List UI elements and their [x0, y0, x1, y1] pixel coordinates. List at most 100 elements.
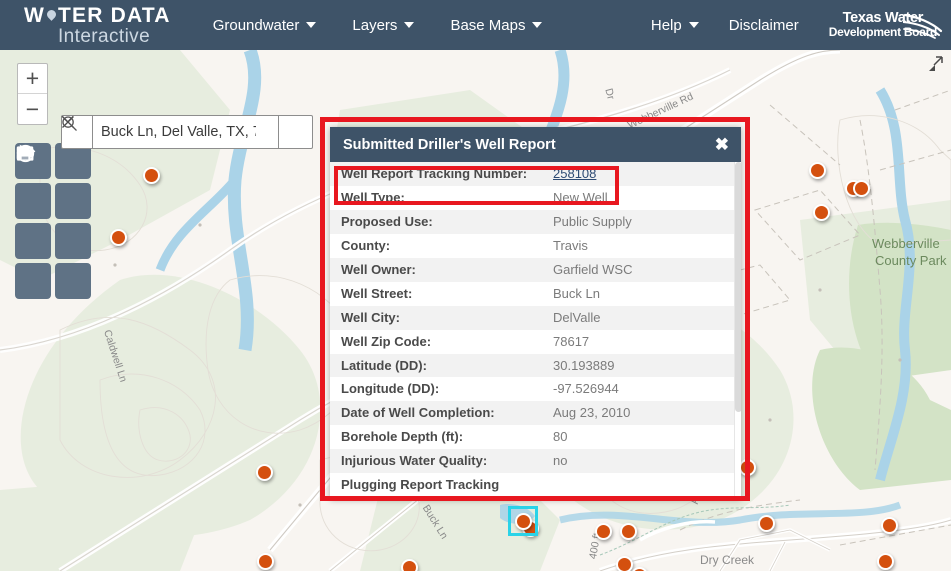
nav-label: Base Maps — [450, 16, 526, 34]
nav-item-base-maps[interactable]: Base Maps — [450, 16, 543, 34]
info-icon[interactable] — [15, 144, 51, 299]
logo-rest: TER DATA — [58, 3, 171, 27]
well-marker[interactable] — [877, 553, 894, 570]
caret-down-icon — [532, 22, 543, 28]
well-marker[interactable] — [853, 180, 870, 197]
attribute-label: Well Report Tracking Number: — [341, 166, 528, 181]
attribute-row: Well Owner: Garfield WSC — [330, 257, 741, 282]
logo-line-1: W TER DATA — [24, 5, 171, 26]
attribute-row: Well City: DelValle — [330, 305, 741, 330]
attribute-row: Proposed Use: Public Supply — [330, 209, 741, 234]
attribute-label: Well City: — [341, 309, 400, 325]
well-marker[interactable] — [758, 515, 775, 532]
app-header: W TER DATA Interactive Groundwater Layers… — [0, 0, 951, 50]
water-data-interactive-app: Webberville Rd Webberville County Park C… — [0, 0, 951, 571]
attribute-row: Plugging Report Tracking Number: — [330, 473, 741, 499]
well-marker[interactable] — [739, 459, 756, 476]
nav-item-disclaimer[interactable]: Disclaimer — [729, 17, 799, 34]
attribute-value: DelValle — [553, 309, 601, 325]
attribute-value[interactable]: 258108 — [542, 162, 741, 186]
well-marker[interactable] — [809, 162, 826, 179]
attribute-value: Travis — [553, 237, 588, 253]
popup-header: Submitted Driller's Well Report ✖ — [330, 127, 741, 162]
search-icon[interactable] — [62, 115, 313, 149]
well-marker[interactable] — [257, 553, 274, 570]
attribute-row: Latitude (DD): 30.193889 — [330, 353, 741, 378]
zoom-in-button[interactable]: + — [18, 64, 47, 94]
attribute-row: Well Type: New Well — [330, 185, 741, 210]
nav-label: Disclaimer — [728, 16, 799, 34]
attribute-label: Well Type: — [341, 189, 405, 205]
print-icon[interactable] — [17, 145, 91, 299]
attribute-label: Date of Well Completion: — [341, 405, 495, 421]
well-marker[interactable] — [401, 559, 418, 571]
zoom-out-button[interactable]: − — [18, 94, 47, 124]
measure-icon[interactable]: ? — [16, 145, 91, 219]
logo-line-2: Interactive — [58, 25, 151, 47]
attribute-value: Garfield WSC — [553, 261, 633, 277]
attribute-row: Injurious Water Quality: no — [330, 449, 741, 474]
popup-body[interactable]: Well Report Tracking Number: 258108 Well T… — [330, 162, 741, 499]
popup-scrollbar[interactable] — [734, 162, 741, 499]
attribute-value: Aug 23, 2010 — [553, 405, 631, 421]
locate-target-icon[interactable] — [15, 145, 51, 219]
attribute-row: Date of Well Completion: Aug 23, 2010 — [330, 401, 741, 426]
primary-nav[interactable]: Groundwater Layers Base Maps — [213, 17, 543, 34]
attribute-value: no — [553, 453, 568, 469]
app-logo[interactable]: W TER DATA Interactive — [24, 5, 171, 46]
nav-item-layers[interactable]: Layers — [352, 16, 415, 34]
caret-down-icon — [688, 22, 699, 28]
well-marker[interactable] — [881, 517, 898, 534]
nav-label: Help — [650, 16, 682, 34]
attribute-label: Longitude (DD): — [341, 381, 440, 397]
attribute-row: Well Report Tracking Number: 258108 — [330, 162, 741, 186]
expand-arrow-icon[interactable] — [925, 54, 947, 76]
attribute-value: New Well — [553, 189, 608, 205]
nav-item-groundwater[interactable]: Groundwater — [213, 17, 317, 34]
popup-title: Submitted Driller's Well Report — [343, 136, 556, 153]
attribute-label: Proposed Use: — [341, 213, 433, 229]
search-input-value: Buck Ln, Del Valle, TX, 7 — [101, 124, 256, 140]
attribute-label: Borehole Depth (ft): — [341, 429, 464, 445]
search-input[interactable]: Buck Ln, Del Valle, TX, 7 — [62, 115, 279, 149]
attribute-label: Latitude (DD): — [341, 357, 427, 373]
close-icon[interactable]: ✖ — [715, 136, 729, 153]
well-marker[interactable] — [256, 464, 273, 481]
caret-down-icon — [306, 22, 317, 28]
attribute-row: Well Zip Code: 78617 — [330, 329, 741, 354]
well-report-link[interactable]: 258108 — [553, 166, 596, 181]
swoosh-icon — [903, 14, 943, 40]
well-marker[interactable] — [595, 523, 612, 540]
legend-list-icon[interactable] — [16, 146, 91, 259]
attribute-value: 30.193889 — [553, 357, 615, 373]
well-marker[interactable] — [110, 229, 127, 246]
attribute-row: Longitude (DD): -97.526944 — [330, 377, 741, 402]
well-report-popup[interactable]: Submitted Driller's Well Report ✖ Well R… — [330, 127, 741, 499]
well-marker[interactable] — [620, 523, 637, 540]
nav-label: Layers — [352, 16, 398, 34]
well-attributes-table: Well Report Tracking Number: 258108 Well T… — [330, 162, 741, 499]
attribute-value: Public Supply — [553, 213, 632, 229]
zoom-controls[interactable]: + − — [17, 63, 48, 125]
logo-w: W — [24, 3, 46, 27]
twdb-agency-logo[interactable]: Texas Water Development Board — [829, 11, 943, 40]
popup-scrollbar-thumb[interactable] — [735, 162, 741, 412]
search-bar[interactable]: Buck Ln, Del Valle, TX, 7 — [61, 115, 313, 149]
well-marker[interactable] — [143, 167, 160, 184]
attribute-row: County: Travis — [330, 233, 741, 258]
map-toolbar[interactable]: ? — [15, 143, 91, 299]
well-marker[interactable] — [616, 556, 633, 571]
attribute-label: Injurious Water Quality: — [341, 453, 488, 469]
water-drop-icon — [46, 8, 57, 23]
attribute-value — [542, 473, 741, 499]
well-marker-selected[interactable] — [515, 513, 532, 530]
well-marker[interactable] — [813, 204, 830, 221]
attribute-label: Well Owner: — [341, 261, 416, 277]
attribute-row: Well Street: Buck Ln — [330, 281, 741, 306]
back-arrow-icon[interactable] — [15, 145, 51, 259]
attribute-value: 78617 — [553, 333, 590, 349]
attribute-label: Plugging Report Tracking Number: — [341, 477, 500, 499]
nav-item-help[interactable]: Help — [651, 17, 699, 34]
attribute-label: County: — [341, 237, 391, 253]
secondary-nav[interactable]: Help Disclaimer — [651, 17, 799, 34]
